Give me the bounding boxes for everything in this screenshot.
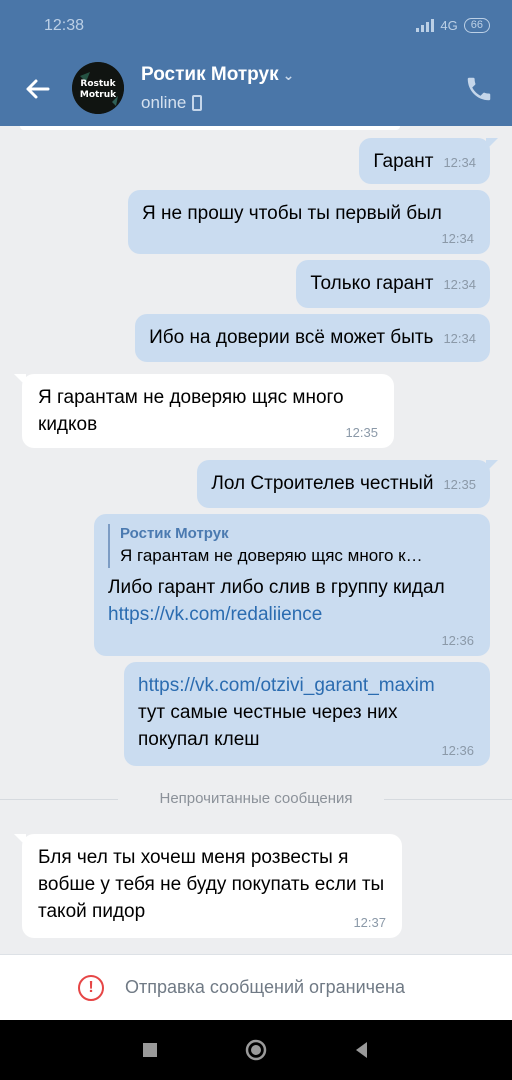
message-time: 12:34 <box>443 277 476 292</box>
message-time: 12:34 <box>443 331 476 346</box>
reply-quote[interactable]: Ростик Мотрук Я гарантам не доверяю щяс … <box>108 524 476 568</box>
restriction-text: Отправка сообщений ограничена <box>125 977 405 997</box>
previous-message-edge <box>20 126 400 130</box>
square-icon[interactable] <box>138 1038 162 1062</box>
system-nav-bar <box>0 1020 512 1080</box>
message-out[interactable]: Только гарант 12:34 <box>296 260 490 308</box>
bubble-tail <box>14 374 26 386</box>
message-out[interactable]: Я не прошу чтобы ты первый был 12:34 <box>128 190 490 254</box>
message-out[interactable]: Ибо на доверии всё может быть 12:34 <box>135 314 490 362</box>
bubble-tail <box>486 460 498 472</box>
quote-text: Я гарантам не доверяю щяс много к… <box>120 546 423 565</box>
avatar-text-2: Motruk <box>80 90 117 100</box>
triangle-icon[interactable] <box>350 1038 374 1062</box>
contact-name-text: Ростик Мотрук <box>141 64 279 85</box>
message-time: 12:36 <box>441 633 474 648</box>
message-time: 12:36 <box>441 743 474 758</box>
status-time: 12:38 <box>44 17 85 34</box>
message-text: Я не прошу чтобы ты первый был <box>142 203 442 224</box>
chat-header: Rostuk Motruk Ростик Мотрук ⌄ online <box>0 52 512 126</box>
message-time: 12:35 <box>443 477 476 492</box>
message-text: Лол Строителев честный <box>211 473 434 494</box>
message-text: Гарант <box>373 151 434 172</box>
quote-author: Ростик Мотрук <box>120 525 229 542</box>
message-text: Ибо на доверии всё может быть <box>149 327 434 348</box>
arrow-left-icon[interactable] <box>22 74 52 104</box>
restriction-bar: ! Отправка сообщений ограничена <box>0 954 512 1020</box>
signal-icon <box>416 19 435 32</box>
bubble-tail <box>14 834 26 846</box>
message-out-reply[interactable]: Ростик Мотрук Я гарантам не доверяю щяс … <box>94 514 490 656</box>
chevron-down-icon: ⌄ <box>282 67 295 83</box>
battery-icon: 66 <box>463 18 490 33</box>
status-bar: 12:38 4G 66 <box>0 0 512 52</box>
exclamation-circle-icon: ! <box>78 975 104 1001</box>
message-text: Либо гарант либо слив в группу кидал <box>108 577 445 598</box>
mobile-device-icon <box>192 95 203 111</box>
message-out[interactable]: Гарант 12:34 <box>359 138 498 184</box>
message-text: Только гарант <box>310 273 434 294</box>
message-text: Бля чел ты хочеш меня розвесты я вобше у… <box>38 847 385 922</box>
avatar[interactable]: Rostuk Motruk <box>72 62 124 114</box>
avatar-text-1: Rostuk <box>80 79 116 89</box>
message-link[interactable]: https://vk.com/otzivi_garant_maxim <box>138 672 476 699</box>
status-text: online <box>141 93 187 112</box>
contact-name[interactable]: Ростик Мотрук ⌄ <box>141 64 294 86</box>
message-time: 12:34 <box>441 231 474 246</box>
message-out[interactable]: Лол Строителев честный 12:35 <box>197 460 498 508</box>
message-text: тут самые честные через них покупал клеш <box>138 702 398 750</box>
message-out[interactable]: https://vk.com/otzivi_garant_maxim тут с… <box>124 662 490 766</box>
circle-icon[interactable] <box>244 1038 268 1062</box>
message-list[interactable]: Гарант 12:34 Я не прошу чтобы ты первый б… <box>0 126 512 954</box>
message-time: 12:34 <box>443 155 476 170</box>
message-in[interactable]: Бля чел ты хочеш меня розвесты я вобше у… <box>14 834 402 938</box>
unread-divider: Непрочитанные сообщения <box>0 789 512 809</box>
message-link[interactable]: https://vk.com/redaliience <box>108 604 322 625</box>
message-time: 12:37 <box>353 915 386 930</box>
message-text: Я гарантам не доверяю щяс много кидков <box>38 387 344 435</box>
message-in[interactable]: Я гарантам не доверяю щяс много кидков 1… <box>14 374 394 448</box>
online-status: online <box>141 93 203 113</box>
unread-divider-text: Непрочитанные сообщения <box>159 790 353 807</box>
status-icons: 4G 66 <box>416 18 490 33</box>
network-type: 4G <box>440 18 458 33</box>
phone-icon[interactable] <box>464 74 494 104</box>
bubble-tail <box>486 138 498 150</box>
message-time: 12:35 <box>345 425 378 440</box>
